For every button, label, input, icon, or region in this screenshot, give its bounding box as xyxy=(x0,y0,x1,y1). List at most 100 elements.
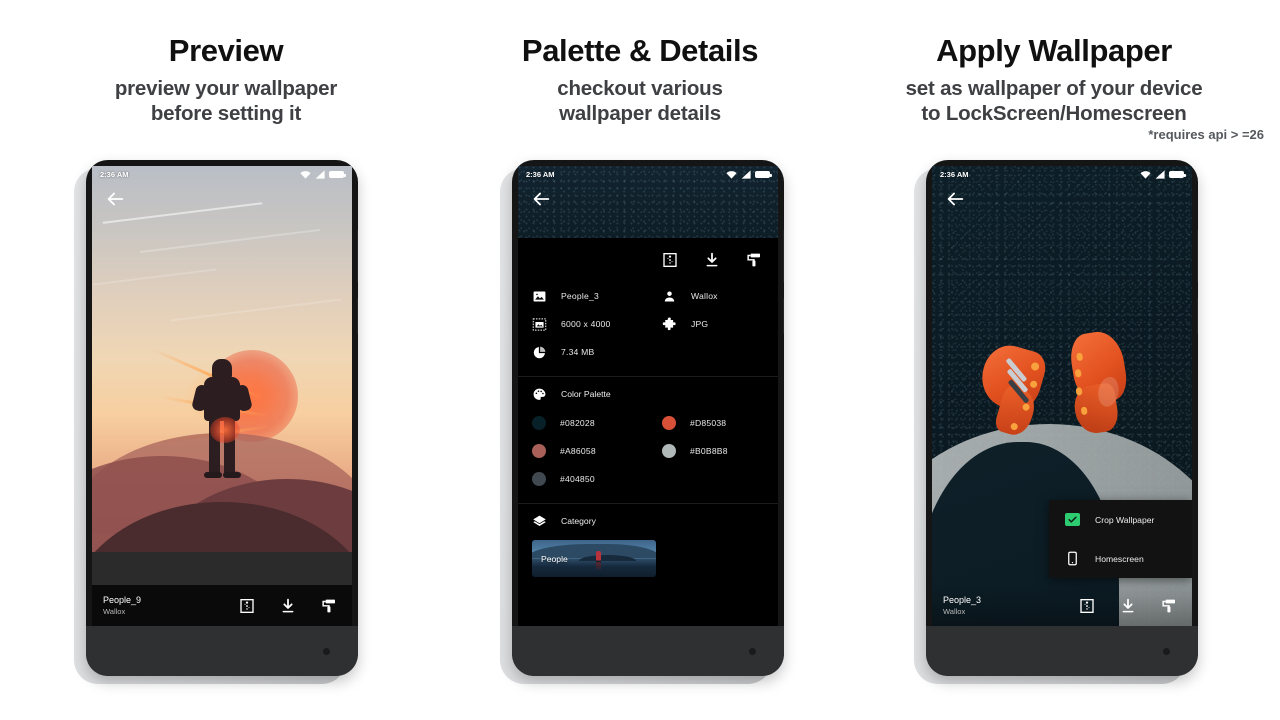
download-icon[interactable] xyxy=(280,598,296,614)
color-hex-label: #082028 xyxy=(560,418,595,428)
palette-swatch-item[interactable]: #D85038 xyxy=(648,416,778,430)
pie-chart-icon xyxy=(533,346,546,358)
layers-icon xyxy=(533,515,546,526)
signal-icon xyxy=(741,169,751,179)
palette-icon xyxy=(533,388,546,400)
halftone-preview-icon[interactable] xyxy=(239,598,255,614)
person-icon xyxy=(664,290,675,301)
status-time: 2:36 AM xyxy=(940,169,969,179)
phone-frame: 2:36 AM xyxy=(926,160,1198,676)
detail-author: Wallox xyxy=(648,289,778,304)
wallpaper-info-bar: People_3 Wallox xyxy=(932,585,1192,626)
phone-screen: 2:36 AM People_9 Wallox xyxy=(92,166,352,626)
phone-chin xyxy=(86,626,358,676)
palette-section: Color Palette #082028 #D85038 #A86058 #B… xyxy=(518,377,778,504)
volume-button[interactable] xyxy=(783,230,784,282)
phone-frame: 2:36 AM People_9 Wallox xyxy=(86,160,358,676)
apply-options-menu: Crop Wallpaper Homescreen xyxy=(1049,500,1192,578)
caption-apply: Apply Wallpaper set as wallpaper of your… xyxy=(828,32,1280,142)
phone-chin xyxy=(512,626,784,676)
camera-dot xyxy=(1163,648,1170,655)
wallpaper-author: Wallox xyxy=(943,607,966,616)
wifi-icon xyxy=(300,170,311,179)
palette-row: #A86058 #B0B8B8 xyxy=(518,437,778,465)
detail-value: JPG xyxy=(691,319,709,329)
category-header-label: Category xyxy=(561,516,596,526)
sheet-action-row xyxy=(518,238,778,280)
detail-value: People_3 xyxy=(561,291,599,301)
checkbox-checked-icon[interactable] xyxy=(1065,513,1080,526)
panel-title: Preview xyxy=(168,33,284,68)
palette-header-label: Color Palette xyxy=(561,389,611,399)
back-arrow-icon[interactable] xyxy=(104,188,126,210)
camera-dot xyxy=(749,648,756,655)
volume-button[interactable] xyxy=(1197,230,1198,282)
volume-button[interactable] xyxy=(357,230,358,282)
panel-subtitle-line2: before setting it xyxy=(150,102,302,125)
detail-format: JPG xyxy=(648,316,778,332)
battery-icon xyxy=(755,170,772,178)
menu-item-homescreen[interactable]: Homescreen xyxy=(1049,539,1192,578)
color-swatch xyxy=(532,416,546,430)
menu-item-crop-wallpaper[interactable]: Crop Wallpaper xyxy=(1049,500,1192,539)
paint-roller-icon[interactable] xyxy=(746,252,762,268)
camera-dot xyxy=(323,648,330,655)
power-button[interactable] xyxy=(783,298,784,334)
panel-subtitle-line1: checkout various xyxy=(557,77,723,100)
category-chip[interactable]: People xyxy=(532,540,656,577)
category-chip-label: People xyxy=(541,553,568,564)
palette-row: #082028 #D85038 xyxy=(518,409,778,437)
wallpaper-name: People_9 xyxy=(103,595,142,605)
detail-value: 6000 x 4000 xyxy=(561,319,611,329)
palette-swatch-item[interactable]: #082028 xyxy=(518,416,648,430)
panel-subtitle-line1: set as wallpaper of your device xyxy=(905,77,1203,100)
detail-filesize: 7.34 MB xyxy=(518,345,648,360)
power-button[interactable] xyxy=(1197,298,1198,334)
panel-title: Apply Wallpaper xyxy=(936,33,1172,68)
battery-icon xyxy=(1169,170,1186,178)
palette-row: #404850 xyxy=(518,465,778,493)
download-icon[interactable] xyxy=(704,252,720,268)
paint-roller-icon[interactable] xyxy=(1161,598,1177,614)
category-header: Category xyxy=(518,506,778,536)
palette-swatch-item[interactable]: #404850 xyxy=(518,472,648,486)
detail-resolution: 6000 x 4000 xyxy=(518,317,648,332)
promo-screenshot-board: Preview preview your wallpaper before se… xyxy=(0,0,1280,720)
halftone-preview-icon[interactable] xyxy=(662,252,678,268)
signal-icon xyxy=(1155,169,1165,179)
phone-screen: 2:36 AM xyxy=(932,166,1192,626)
status-time: 2:36 AM xyxy=(100,169,129,179)
back-arrow-icon[interactable] xyxy=(530,188,552,210)
menu-item-label: Homescreen xyxy=(1095,553,1144,564)
wallpaper-sunset-hiker xyxy=(92,166,352,626)
wallpaper-author: Wallox xyxy=(103,607,126,616)
caption-preview: Preview preview your wallpaper before se… xyxy=(0,32,452,126)
paint-roller-icon[interactable] xyxy=(321,598,337,614)
color-swatch xyxy=(532,472,546,486)
status-bar: 2:36 AM xyxy=(518,166,778,182)
color-swatch xyxy=(662,444,676,458)
status-bar: 2:36 AM xyxy=(92,166,352,182)
color-hex-label: #404850 xyxy=(560,474,595,484)
puzzle-icon xyxy=(662,316,676,330)
panel-preview: Preview preview your wallpaper before se… xyxy=(0,0,452,720)
battery-icon xyxy=(329,170,346,178)
color-swatch xyxy=(532,444,546,458)
detail-row: 6000 x 4000 JPG xyxy=(518,310,778,338)
caption-palette: Palette & Details checkout various wallp… xyxy=(452,32,828,126)
download-icon[interactable] xyxy=(1120,598,1136,614)
back-arrow-icon[interactable] xyxy=(944,188,966,210)
phone-screen: 2:36 AM xyxy=(518,166,778,626)
palette-swatch-item[interactable]: #B0B8B8 xyxy=(648,444,778,458)
menu-item-label: Crop Wallpaper xyxy=(1095,514,1155,525)
halftone-preview-icon[interactable] xyxy=(1079,598,1095,614)
palette-swatch-item[interactable]: #A86058 xyxy=(518,444,648,458)
power-button[interactable] xyxy=(357,298,358,334)
phone-frame: 2:36 AM xyxy=(512,160,784,676)
detail-value: Wallox xyxy=(691,291,718,301)
color-hex-label: #B0B8B8 xyxy=(690,446,728,456)
color-hex-label: #D85038 xyxy=(690,418,727,428)
api-requirement-note: *requires api > =26 xyxy=(1148,127,1264,142)
panel-apply-wallpaper: Apply Wallpaper set as wallpaper of your… xyxy=(828,0,1280,720)
detail-row: People_3 Wallox xyxy=(518,282,778,310)
